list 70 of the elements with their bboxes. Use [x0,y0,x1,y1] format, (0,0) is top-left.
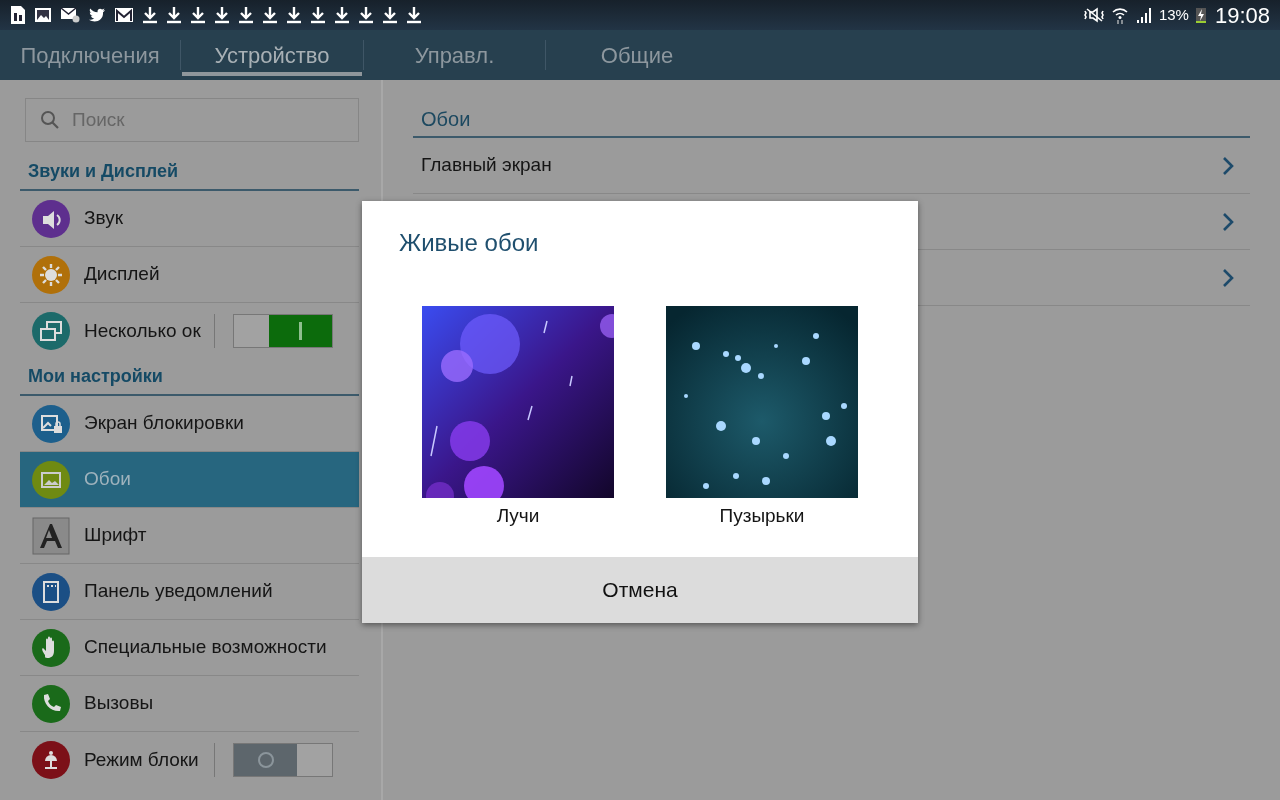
row-label: Главный экран [421,153,552,178]
envelope-icon [60,7,80,23]
toggle-switch[interactable] [233,314,333,348]
item-label: Режим блоки [84,747,200,772]
item-label: Дисплей [84,262,160,287]
item-label: Экран блокировки [84,411,244,436]
tab[interactable]: Устройство [181,30,363,80]
item-label: Несколько ок [84,318,202,343]
settings-item[interactable]: Звук [20,191,359,247]
tab[interactable]: Общие [546,30,728,80]
section-header: Мои настройки [20,359,359,396]
charging-battery-icon [1194,6,1207,24]
battery-percent: 13% [1158,4,1189,25]
chevron-right-icon [1222,267,1234,288]
section-header: Звуки и Дисплей [20,154,359,191]
tab[interactable]: Подключения [0,30,180,80]
image-icon [34,7,52,23]
download-icon [214,6,230,24]
item-label: Обои [84,467,131,492]
settings-item[interactable]: Несколько ок [20,303,359,359]
tab[interactable]: Управл. [364,30,545,80]
download-icon [382,6,398,24]
item-label: Панель уведомлений [84,579,273,604]
item-label: Вызовы [84,691,154,716]
download-icon [166,6,182,24]
letter-icon [32,516,70,555]
panel-icon [32,572,70,611]
list-row[interactable]: Главный экран [413,138,1250,194]
dialog-title: Живые обои [399,229,539,256]
settings-item[interactable]: Панель уведомлений [20,564,359,620]
chevron-right-icon [1222,211,1234,232]
wallpaper-label: Лучи [496,504,540,528]
mail-icon [114,7,134,23]
clock: 19:08 [1214,1,1270,30]
image-icon [32,460,70,499]
download-icon [310,6,326,24]
item-label: Специальные возможности [84,635,327,660]
wallpaper-label: Пузырьки [719,504,805,528]
speaker-icon [32,199,70,238]
download-icon [142,6,158,24]
settings-item[interactable]: Специальные возможности [20,620,359,676]
download-icon [190,6,206,24]
wifi-icon [1110,6,1129,24]
cancel-button[interactable]: Отмена [362,557,918,623]
phone-icon [32,684,70,723]
download-icon [334,6,350,24]
settings-item[interactable]: Вызовы [20,676,359,732]
item-label: Звук [84,206,123,231]
download-icon [262,6,278,24]
lock-screen-icon [32,404,70,443]
download-icon [406,6,422,24]
bird-icon [88,7,106,23]
download-icon [286,6,302,24]
windows-icon [32,312,70,350]
settings-item[interactable]: Режим блоки [20,732,359,788]
lamp-icon [32,741,70,779]
section-header: Обои [413,104,1250,138]
document-icon [10,5,26,25]
hand-icon [32,628,70,667]
settings-item[interactable]: Шрифт [20,508,359,564]
settings-item[interactable]: Дисплей [20,247,359,303]
search-icon [40,110,60,130]
sun-icon [32,255,70,294]
toggle-switch[interactable] [233,743,333,777]
mute-icon [1082,7,1105,23]
chevron-right-icon [1222,155,1234,176]
download-icon [358,6,374,24]
signal-icon [1134,7,1153,23]
download-icon [238,6,254,24]
item-label: Шрифт [84,523,147,548]
